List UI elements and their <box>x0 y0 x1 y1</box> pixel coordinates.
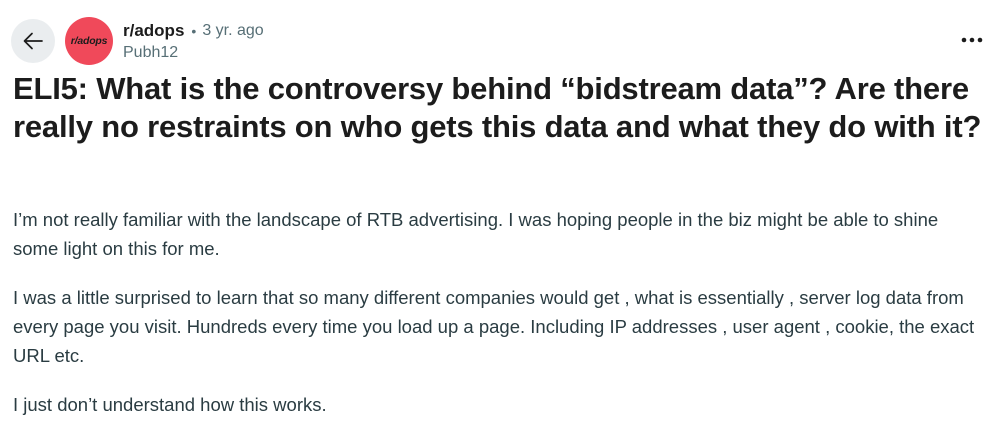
post-meta: r/adops • 3 yr. ago Pubh12 <box>123 20 264 64</box>
post-detail: r/adops r/adops • 3 yr. ago Pubh12 ELI5:… <box>0 0 1000 439</box>
post-title: ELI5: What is the controversy behind “bi… <box>13 71 982 144</box>
post-paragraph: I just don’t understand how this works. <box>13 394 327 415</box>
subreddit-link[interactable]: r/adops <box>123 21 184 41</box>
avatar-label: r/adops <box>70 35 108 47</box>
more-options-button[interactable] <box>958 26 986 54</box>
back-button[interactable] <box>11 19 55 63</box>
more-horizontal-icon <box>961 37 983 43</box>
post-paragraph: I was a little surprised to learn that s… <box>13 287 975 366</box>
meta-line: r/adops • 3 yr. ago <box>123 20 264 42</box>
post-paragraph: I’m not really familiar with the landsca… <box>13 209 939 259</box>
author-link[interactable]: Pubh12 <box>123 42 264 64</box>
arrow-left-icon <box>23 32 43 50</box>
meta-separator: • <box>191 23 197 39</box>
subreddit-avatar[interactable]: r/adops <box>65 17 113 65</box>
post-body: I’m not really familiar with the landsca… <box>13 205 985 439</box>
post-time: 3 yr. ago <box>202 22 264 39</box>
